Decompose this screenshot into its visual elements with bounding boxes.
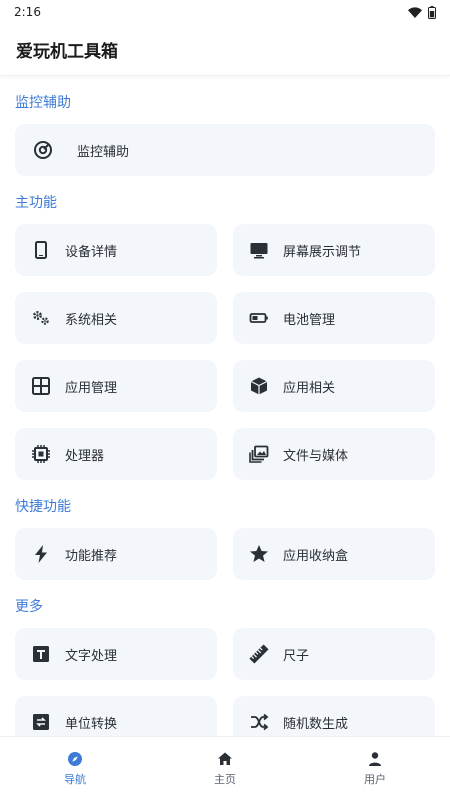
app-title: 爱玩机工具箱 [16,42,118,62]
card-battery[interactable]: 电池管理 [233,292,435,344]
card-app-related[interactable]: 应用相关 [233,360,435,412]
section-title-more: 更多 [15,599,43,615]
gauge-icon [33,140,53,160]
star-icon [249,544,269,564]
bottom-nav: 导航 主页 用户 [0,736,450,800]
nav-label: 导航 [64,772,86,786]
shuffle-icon [249,712,269,732]
card-app-storage-box[interactable]: 应用收纳盒 [233,528,435,580]
card-text-processing[interactable]: 文字处理 [15,628,217,680]
nav-item-user[interactable]: 用户 [300,737,450,800]
more-grid: 文字处理 尺子 单位转换 随机数生成 [15,628,435,736]
card-label: 功能推荐 [65,548,118,564]
card-random-number[interactable]: 随机数生成 [233,696,435,736]
user-icon [367,751,383,767]
home-icon [217,751,233,767]
ruler-icon [249,644,269,664]
card-unit-conversion[interactable]: 单位转换 [15,696,217,736]
card-label: 尺子 [283,648,310,664]
status-bar: 2:16 [0,0,450,24]
battery-icon [428,5,436,19]
gears-icon [31,308,51,328]
card-label: 设备详情 [65,244,118,260]
section-title-monitor: 监控辅助 [15,95,71,111]
compass-icon [67,751,83,767]
lightning-icon [31,544,51,564]
card-ruler[interactable]: 尺子 [233,628,435,680]
card-system[interactable]: 系统相关 [15,292,217,344]
card-label: 文字处理 [65,648,118,664]
card-label: 应用管理 [65,380,118,396]
card-label: 随机数生成 [283,716,349,732]
status-icons [408,5,436,19]
quick-grid: 功能推荐 应用收纳盒 [15,528,435,580]
card-screen-display[interactable]: 屏幕展示调节 [233,224,435,276]
card-label: 应用收纳盒 [283,548,349,564]
card-monitor[interactable]: 监控辅助 [15,124,435,176]
phone-icon [31,240,51,260]
card-processor[interactable]: 处理器 [15,428,217,480]
grid-icon [31,376,51,396]
cube-icon [249,376,269,396]
card-label: 屏幕展示调节 [283,244,362,260]
wifi-icon [408,6,422,18]
card-label: 单位转换 [65,716,118,732]
card-files-media[interactable]: 文件与媒体 [233,428,435,480]
nav-item-home[interactable]: 主页 [150,737,300,800]
card-label: 电池管理 [283,312,336,328]
card-label: 处理器 [65,448,105,464]
monitor-icon [249,240,269,260]
card-label: 系统相关 [65,312,118,328]
app-bar: 爱玩机工具箱 [0,24,450,76]
card-feature-recommend[interactable]: 功能推荐 [15,528,217,580]
battery-icon [249,308,269,328]
card-device-details[interactable]: 设备详情 [15,224,217,276]
nav-item-navigation[interactable]: 导航 [0,737,150,800]
main-content: 监控辅助 监控辅助 主功能 设备详情 屏幕展示调节 系统相关 电池管理 应用管理… [0,76,450,736]
status-time: 2:16 [14,5,41,19]
card-label: 应用相关 [283,380,336,396]
main-grid: 设备详情 屏幕展示调节 系统相关 电池管理 应用管理 应用相关 处理器 文件与媒… [15,224,435,480]
chip-icon [31,444,51,464]
card-label: 文件与媒体 [283,448,349,464]
section-title-main: 主功能 [15,195,57,211]
text-icon [31,644,51,664]
convert-icon [31,712,51,732]
nav-label: 主页 [214,772,236,786]
media-icon [249,444,269,464]
nav-label: 用户 [364,772,386,786]
section-title-quick: 快捷功能 [15,499,71,515]
card-monitor-label: 监控辅助 [77,144,130,160]
card-app-management[interactable]: 应用管理 [15,360,217,412]
